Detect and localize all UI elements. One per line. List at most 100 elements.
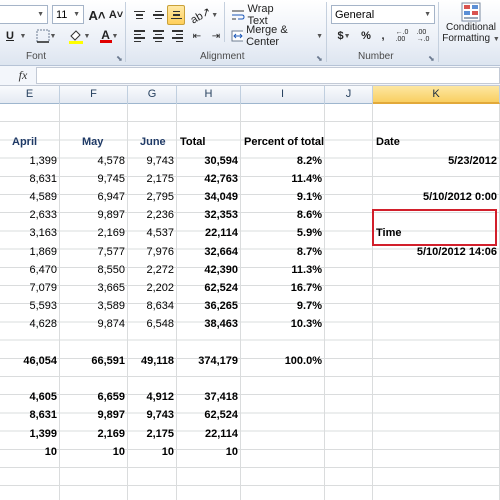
table-cell[interactable]: 10 xyxy=(128,443,177,461)
table-cell[interactable]: 11.4% xyxy=(241,170,325,188)
cell-i-header[interactable]: Percent of total xyxy=(241,133,325,151)
cell-g-header[interactable]: June xyxy=(128,133,177,151)
table-cell[interactable]: 7,577 xyxy=(60,243,128,261)
table-cell[interactable]: 4,578 xyxy=(60,152,128,170)
column-header-h[interactable]: H xyxy=(177,86,241,104)
comma-button[interactable]: , xyxy=(376,26,390,46)
table-cell[interactable]: 10 xyxy=(177,443,241,461)
table-cell[interactable]: 5.9% xyxy=(241,224,325,242)
table-cell[interactable]: 37,418 xyxy=(177,388,241,406)
table-cell[interactable]: 5/10/2012 0:00 xyxy=(373,188,500,206)
column-header-e[interactable]: E xyxy=(0,86,60,104)
orientation-button[interactable]: ab↗ ▼ xyxy=(188,5,218,26)
underline-button[interactable]: U xyxy=(2,26,18,46)
font-size-combo[interactable]: 11 ▼ xyxy=(52,5,84,24)
table-cell[interactable]: 6,947 xyxy=(60,188,128,206)
align-bottom-button[interactable] xyxy=(167,5,185,25)
align-top-button[interactable] xyxy=(130,5,148,25)
decrease-indent-button[interactable]: ⇤ xyxy=(188,26,206,46)
formula-input[interactable] xyxy=(36,67,500,84)
total-cell[interactable]: 46,054 xyxy=(0,352,60,370)
table-cell[interactable]: 22,114 xyxy=(177,224,241,242)
underline-dropdown[interactable]: ▼ xyxy=(18,26,28,46)
table-cell[interactable]: 3,665 xyxy=(60,279,128,297)
table-cell[interactable]: 9,897 xyxy=(60,206,128,224)
merge-center-button[interactable]: Merge & Center ▼ xyxy=(230,24,324,48)
table-cell[interactable]: 4,589 xyxy=(0,188,60,206)
table-cell[interactable]: 10 xyxy=(60,443,128,461)
increase-decimal-button[interactable]: ←.0.00 xyxy=(392,26,412,46)
table-cell[interactable]: 9.7% xyxy=(241,297,325,315)
table-cell[interactable]: 42,763 xyxy=(177,170,241,188)
table-cell[interactable]: 2,236 xyxy=(128,206,177,224)
table-cell[interactable]: 1,399 xyxy=(0,152,60,170)
table-cell[interactable]: 16.7% xyxy=(241,279,325,297)
table-cell[interactable]: 2,202 xyxy=(128,279,177,297)
increase-indent-button[interactable]: ⇥ xyxy=(207,26,225,46)
align-center-button[interactable] xyxy=(149,26,167,46)
table-cell[interactable]: 4,912 xyxy=(128,388,177,406)
font-name-combo[interactable]: ▼ xyxy=(0,5,48,24)
column-header-g[interactable]: G xyxy=(128,86,177,104)
table-cell[interactable]: 9,897 xyxy=(60,406,128,424)
table-cell[interactable]: 9.1% xyxy=(241,188,325,206)
wrap-text-button[interactable]: Wrap Text xyxy=(230,3,296,27)
column-header-j[interactable]: J xyxy=(325,86,373,104)
decrease-decimal-button[interactable]: .00 →.0 xyxy=(413,26,433,46)
font-color-button[interactable]: A ▼ xyxy=(97,26,121,46)
table-cell[interactable]: 8,550 xyxy=(60,261,128,279)
grow-font-button[interactable]: A˄ xyxy=(88,5,106,25)
table-cell[interactable]: 34,049 xyxy=(177,188,241,206)
table-cell[interactable]: 3,163 xyxy=(0,224,60,242)
align-left-button[interactable] xyxy=(130,26,148,46)
table-cell[interactable]: 8,631 xyxy=(0,170,60,188)
dialog-launcher-icon[interactable]: ⬊ xyxy=(316,54,323,63)
table-cell[interactable]: 38,463 xyxy=(177,315,241,333)
table-cell[interactable]: 9,745 xyxy=(60,170,128,188)
table-cell[interactable]: 4,628 xyxy=(0,315,60,333)
shrink-font-button[interactable]: A˅ xyxy=(107,5,125,25)
borders-button[interactable]: ▼ xyxy=(34,26,58,46)
table-cell[interactable]: 6,548 xyxy=(128,315,177,333)
table-cell[interactable]: 4,605 xyxy=(0,388,60,406)
table-cell[interactable]: 2,633 xyxy=(0,206,60,224)
cell-h-header[interactable]: Total xyxy=(177,133,241,151)
currency-button[interactable]: $ ▼ xyxy=(332,26,356,46)
table-cell[interactable]: 6,659 xyxy=(60,388,128,406)
cell-f-header[interactable]: May xyxy=(60,133,128,151)
table-cell[interactable]: 42,390 xyxy=(177,261,241,279)
align-middle-button[interactable] xyxy=(149,5,167,25)
total-cell[interactable]: 49,118 xyxy=(128,352,177,370)
table-cell[interactable]: 7,976 xyxy=(128,243,177,261)
cell-e-header[interactable]: April xyxy=(0,133,60,151)
table-cell[interactable]: 2,175 xyxy=(128,170,177,188)
percent-button[interactable]: % xyxy=(358,26,374,46)
total-cell[interactable]: 374,179 xyxy=(177,352,241,370)
table-cell[interactable]: 8,634 xyxy=(128,297,177,315)
cell-k-header[interactable]: Date xyxy=(373,133,500,151)
table-cell[interactable]: 30,594 xyxy=(177,152,241,170)
table-cell[interactable]: 5/23/2012 xyxy=(373,152,500,170)
table-cell[interactable]: 1,869 xyxy=(0,243,60,261)
table-cell[interactable]: 36,265 xyxy=(177,297,241,315)
table-cell[interactable]: 3,589 xyxy=(60,297,128,315)
table-cell[interactable]: 22,114 xyxy=(177,425,241,443)
table-cell[interactable]: 8,631 xyxy=(0,406,60,424)
table-cell[interactable]: 9,743 xyxy=(128,152,177,170)
table-cell[interactable]: 11.3% xyxy=(241,261,325,279)
table-cell[interactable]: 62,524 xyxy=(177,279,241,297)
table-cell[interactable]: 9,743 xyxy=(128,406,177,424)
table-cell[interactable]: 8.6% xyxy=(241,206,325,224)
total-cell[interactable]: 100.0% xyxy=(241,352,325,370)
conditional-formatting-button[interactable]: Conditional Formatting ▼ xyxy=(442,2,500,50)
table-cell[interactable]: 10.3% xyxy=(241,315,325,333)
column-header-i[interactable]: I xyxy=(241,86,325,104)
table-cell[interactable]: 4,537 xyxy=(128,224,177,242)
column-header-k[interactable]: K xyxy=(373,86,500,104)
fill-color-button[interactable]: ▼ xyxy=(66,26,92,46)
table-cell[interactable]: 1,399 xyxy=(0,425,60,443)
table-cell[interactable]: 2,169 xyxy=(60,224,128,242)
worksheet-grid[interactable]: April May June Total Percent of total Da… xyxy=(0,104,500,500)
table-cell[interactable]: 10 xyxy=(0,443,60,461)
table-cell[interactable] xyxy=(373,170,500,188)
